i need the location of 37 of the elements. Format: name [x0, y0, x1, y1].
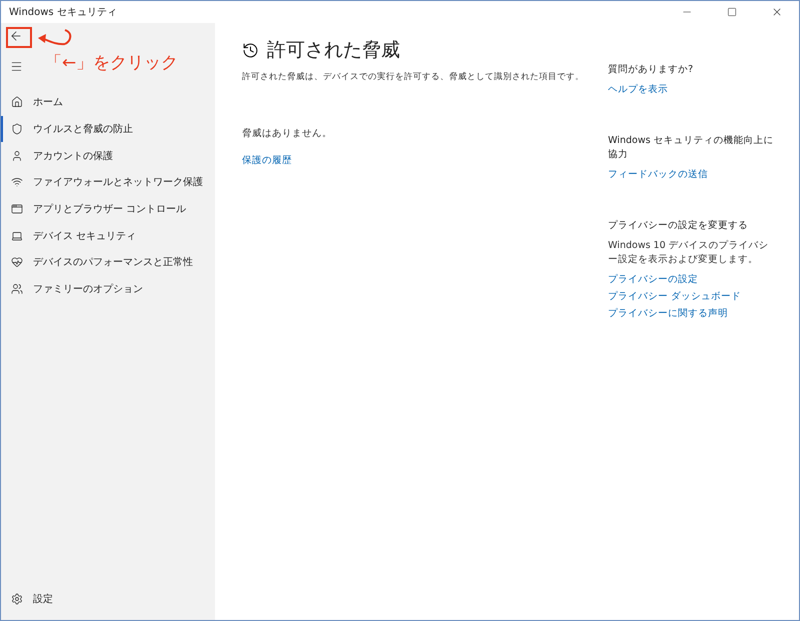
status-text: 脅威はありません。: [242, 127, 332, 140]
section-text: Windows 10 デバイスのプライバシー設定を表示および変更します。: [608, 239, 770, 267]
nav-item[interactable]: デバイス セキュリティ: [1, 222, 215, 250]
history-icon: [242, 42, 259, 58]
window-title: Windows セキュリティ: [9, 6, 117, 19]
home-icon: [11, 96, 23, 108]
heart-icon: [11, 256, 23, 268]
section-heading: 質問がありますか?: [608, 63, 694, 77]
nav-item[interactable]: デバイスのパフォーマンスと正常性: [1, 249, 215, 276]
back-icon: [9, 29, 23, 43]
description-text: 許可された脅威は、デバイスでの実行を許可する、脅威として識別された項目です。: [242, 71, 584, 83]
page-title: 許可された脅威: [267, 38, 400, 63]
nav-item[interactable]: ウイルスと脅威の防止: [1, 116, 215, 142]
highlight-frame: [6, 27, 32, 48]
laptop-icon: [11, 230, 23, 242]
family-icon: [11, 283, 23, 296]
section-heading: プライバシーの設定を変更する: [608, 219, 749, 233]
shield-icon: [11, 123, 23, 136]
maximize-icon: [726, 7, 736, 17]
help-link[interactable]: プライバシーに関する声明: [608, 305, 778, 322]
nav-item[interactable]: アカウントの保護: [1, 142, 215, 170]
nav-item[interactable]: ファイアウォールとネットワーク保護: [1, 169, 215, 196]
window-icon: [11, 203, 23, 216]
person-icon: [11, 150, 23, 162]
nav-item[interactable]: ホーム: [1, 89, 215, 116]
nav-item[interactable]: ファミリーのオプション: [1, 276, 215, 302]
help-link[interactable]: フィードバックの送信: [608, 166, 778, 183]
help-link[interactable]: プライバシーの設定: [608, 271, 778, 288]
nav-item[interactable]: アプリとブラウザー コントロール: [1, 196, 215, 222]
settings-item[interactable]: 設定: [1, 585, 215, 612]
help-link[interactable]: ヘルプを表示: [608, 81, 778, 98]
protection-history-link[interactable]: 保護の履歴: [242, 154, 292, 167]
menu-icon: [10, 60, 22, 72]
section-heading: Windows セキュリティの機能向上に協力: [608, 134, 774, 162]
annotation-text: 「←」をクリック: [45, 52, 178, 74]
help-link[interactable]: プライバシー ダッシュボード: [608, 288, 778, 305]
settings-icon: [11, 592, 23, 605]
